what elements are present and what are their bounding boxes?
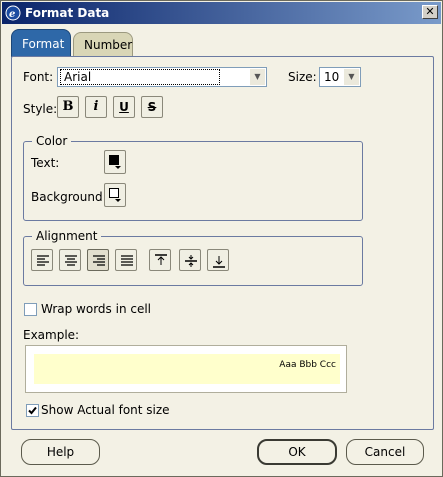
- italic-icon: i: [93, 99, 99, 114]
- checkmark-icon: [28, 406, 37, 415]
- alignment-group-title: Alignment: [32, 229, 102, 243]
- close-button[interactable]: ✕: [422, 5, 438, 19]
- close-icon: ✕: [425, 5, 435, 18]
- font-value: Arial: [60, 69, 220, 85]
- align-middle-button[interactable]: [179, 249, 201, 271]
- ok-button[interactable]: OK: [257, 439, 337, 465]
- underline-button[interactable]: U: [113, 96, 135, 118]
- italic-button[interactable]: i: [85, 96, 107, 118]
- align-justify-icon: [121, 255, 133, 266]
- align-center-button[interactable]: [59, 249, 81, 271]
- align-bottom-button[interactable]: [207, 249, 229, 271]
- title-bar[interactable]: e Format Data ✕: [2, 2, 441, 24]
- align-center-icon: [65, 255, 77, 266]
- example-sample-text: Aaa Bbb Ccc: [279, 360, 336, 370]
- size-select[interactable]: 10 ▼: [319, 67, 361, 87]
- align-left-button[interactable]: [31, 249, 53, 271]
- chevron-down-icon[interactable]: ▼: [344, 69, 359, 85]
- align-justify-button[interactable]: [115, 249, 137, 271]
- tab-number[interactable]: Number: [73, 32, 133, 57]
- tab-format[interactable]: Format: [11, 29, 71, 57]
- window-title: Format Data: [25, 6, 110, 20]
- format-data-dialog: e Format Data ✕ Format Number Font: Aria…: [0, 0, 443, 477]
- wrap-words-checkbox[interactable]: [24, 303, 37, 316]
- font-label: Font:: [23, 70, 54, 84]
- show-actual-checkbox[interactable]: [26, 404, 39, 417]
- align-middle-icon: [185, 255, 197, 267]
- strikethrough-button[interactable]: S: [141, 96, 163, 118]
- chevron-down-icon[interactable]: ▼: [250, 69, 265, 85]
- cancel-button[interactable]: Cancel: [346, 439, 424, 465]
- help-button[interactable]: Help: [21, 439, 100, 465]
- example-preview: Aaa Bbb Ccc: [25, 345, 347, 393]
- bold-button[interactable]: B: [57, 96, 79, 118]
- align-bottom-icon: [213, 256, 225, 268]
- show-actual-label[interactable]: Show Actual font size: [41, 403, 170, 417]
- strikethrough-icon: S: [147, 100, 157, 114]
- svg-text:e: e: [9, 9, 15, 20]
- align-right-button[interactable]: [87, 249, 109, 271]
- text-color-icon: [109, 155, 121, 169]
- size-value: 10: [324, 70, 340, 84]
- underline-icon: U: [119, 100, 129, 114]
- example-preview-fill: Aaa Bbb Ccc: [34, 354, 340, 384]
- style-label: Style:: [23, 102, 58, 116]
- align-right-icon: [93, 255, 105, 266]
- background-color-icon: [109, 188, 121, 202]
- background-color-label: Background:: [31, 190, 107, 204]
- app-icon: e: [5, 5, 21, 21]
- text-color-label: Text:: [31, 156, 60, 170]
- align-top-icon: [155, 254, 167, 265]
- text-color-button[interactable]: [104, 150, 126, 174]
- color-group: Color: [23, 134, 363, 221]
- align-left-icon: [37, 255, 49, 266]
- wrap-words-label[interactable]: Wrap words in cell: [41, 302, 151, 316]
- example-label: Example:: [23, 328, 80, 342]
- background-color-button[interactable]: [104, 183, 126, 207]
- font-select[interactable]: Arial ▼: [57, 67, 267, 87]
- align-top-button[interactable]: [149, 249, 171, 271]
- size-label: Size:: [288, 70, 317, 84]
- bold-icon: B: [62, 99, 74, 114]
- color-group-title: Color: [32, 134, 72, 148]
